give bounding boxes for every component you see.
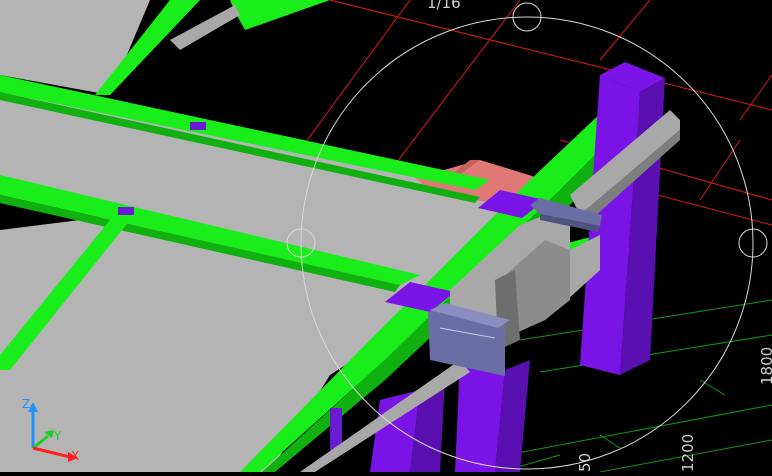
column-small-3 xyxy=(330,408,342,450)
ucs-x-label: X xyxy=(71,449,79,463)
grid-label-1800: 1800 xyxy=(758,347,772,385)
grid-label-1200: 1200 xyxy=(679,434,697,472)
beam-top-diagonal xyxy=(230,0,330,30)
model-canvas[interactable]: 1/16 50 1200 1800 Z Y X xyxy=(0,0,772,473)
column-small-2 xyxy=(118,207,134,215)
grid-label-50: 50 xyxy=(576,453,594,472)
model-viewport[interactable]: 1/16 50 1200 1800 Z Y X xyxy=(0,0,772,473)
ucs-y-label: Y xyxy=(53,429,62,443)
column-small-1 xyxy=(190,122,206,130)
grid-label-fraction: 1/16 xyxy=(427,0,461,12)
ucs-z-label: Z xyxy=(22,397,30,411)
